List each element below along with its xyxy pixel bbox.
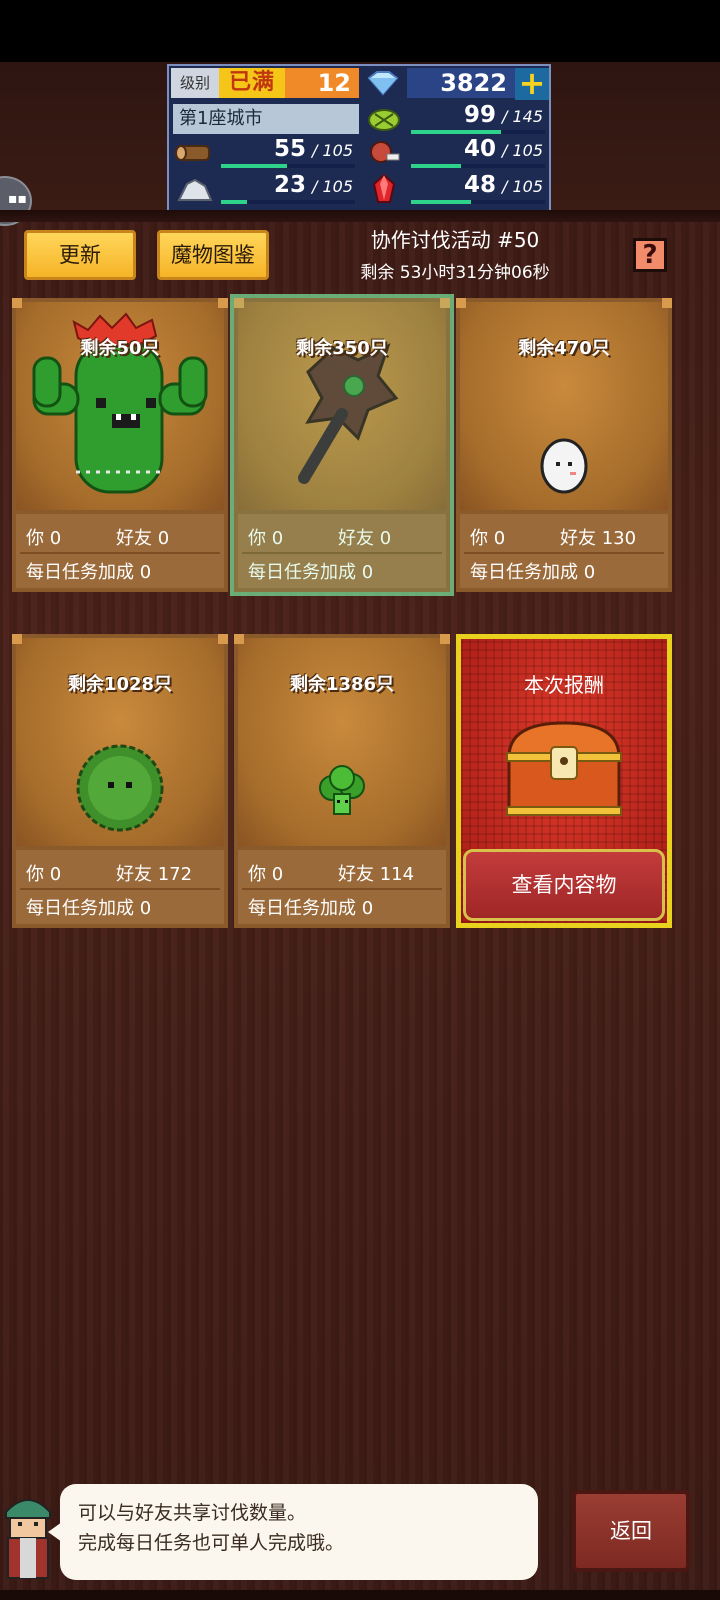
contribution-panel: 你 0 好友 130 每日任务加成 0 — [456, 514, 672, 592]
stone-icon — [173, 172, 215, 206]
you-count: 0 — [271, 528, 284, 549]
help-button[interactable]: ? — [633, 238, 667, 272]
monster-card-moss-ball[interactable]: 剩余1028只 你 0 好友 172 每日任务加成 0 — [12, 634, 228, 928]
daily-bonus-label: 每日任务加成 — [248, 898, 356, 919]
meat-icon — [363, 136, 405, 170]
reward-title: 本次报酬 — [524, 673, 604, 697]
hint-line-1: 可以与好友共享讨伐数量。 — [78, 1502, 307, 1524]
bestiary-button[interactable]: 魔物图鉴 — [157, 230, 269, 280]
daily-bonus-count: 0 — [139, 898, 152, 919]
level-value: 12 — [285, 68, 359, 98]
ruby-icon — [363, 172, 405, 206]
food-value: 99/ 145 — [407, 102, 549, 136]
city-status-panel: 级别 已满 12 3822 + 第1座城市 55/ 105 23/ 105 99… — [167, 64, 551, 212]
hint-line-2: 完成每日任务也可单人完成哦。 — [78, 1532, 345, 1554]
you-count: 0 — [49, 528, 62, 549]
divider — [20, 552, 220, 554]
view-contents-button[interactable]: 查看内容物 — [463, 849, 665, 921]
back-button[interactable]: 返回 — [572, 1490, 690, 1572]
daily-bonus-count: 0 — [583, 562, 596, 583]
stone-value: 23/ 105 — [217, 172, 359, 206]
remaining-count: 剩余1028只 — [67, 674, 173, 695]
you-count: 0 — [493, 528, 506, 549]
friend-label: 好友 — [560, 528, 596, 549]
monster-art — [12, 634, 228, 850]
daily-bonus-label: 每日任务加成 — [248, 562, 356, 583]
daily-bonus-count: 0 — [139, 562, 152, 583]
friend-label: 好友 — [116, 528, 152, 549]
shelf-divider — [0, 210, 720, 222]
friend-count: 0 — [157, 528, 170, 549]
daily-bonus-label: 每日任务加成 — [26, 898, 134, 919]
contribution-panel: 你 0 好友 172 每日任务加成 0 — [12, 850, 228, 928]
monster-card-cactus[interactable]: 剩余50只 你 0 好友 0 每日任务加成 0 — [12, 298, 228, 592]
divider — [242, 552, 442, 554]
monster-card-egg[interactable]: 剩余470只 你 0 好友 130 每日任务加成 0 — [456, 298, 672, 592]
daily-bonus-label: 每日任务加成 — [26, 562, 134, 583]
city-name: 第1座城市 — [173, 104, 359, 134]
you-label: 你 — [26, 528, 44, 549]
you-label: 你 — [248, 528, 266, 549]
level-max-badge: 已满 — [219, 68, 285, 98]
remaining-count: 剩余50只 — [80, 338, 160, 359]
ruby-value: 48/ 105 — [407, 172, 549, 206]
food-icon — [363, 102, 405, 136]
level-label: 级别 — [171, 68, 219, 98]
friend-count: 172 — [157, 864, 193, 885]
you-count: 0 — [271, 864, 284, 885]
gem-count: 3822 — [407, 68, 517, 98]
you-label: 你 — [248, 864, 266, 885]
daily-bonus-label: 每日任务加成 — [470, 562, 578, 583]
remaining-count: 剩余1386只 — [289, 674, 395, 695]
friend-label: 好友 — [338, 528, 374, 549]
daily-bonus-count: 0 — [361, 898, 374, 919]
hint-bubble: 可以与好友共享讨伐数量。 完成每日任务也可单人完成哦。 — [48, 1484, 538, 1580]
you-count: 0 — [49, 864, 62, 885]
monster-art — [12, 298, 228, 514]
treasure-chest-icon — [506, 721, 622, 816]
you-label: 你 — [470, 528, 488, 549]
wood-value: 55/ 105 — [217, 136, 359, 170]
contribution-panel: 你 0 好友 0 每日任务加成 0 — [234, 514, 450, 592]
remaining-count: 剩余470只 — [518, 338, 610, 359]
remaining-count: 剩余350只 — [296, 338, 388, 359]
friend-label: 好友 — [338, 864, 374, 885]
friend-count: 130 — [601, 528, 637, 549]
status-bar-area — [0, 0, 720, 62]
event-timer: 剩余 53小时31分钟06秒 — [360, 263, 550, 283]
divider — [464, 552, 664, 554]
reward-card: 本次报酬 查看内容物 — [456, 634, 672, 928]
chat-icon: ▪▪ — [8, 191, 27, 207]
contribution-panel: 你 0 好友 0 每日任务加成 0 — [12, 514, 228, 592]
add-gems-button[interactable]: + — [515, 67, 549, 100]
wood-icon — [173, 136, 215, 170]
divider — [242, 888, 442, 890]
friend-label: 好友 — [116, 864, 152, 885]
you-label: 你 — [26, 864, 44, 885]
friend-count: 114 — [379, 864, 415, 885]
diamond-icon — [361, 68, 405, 98]
divider — [20, 888, 220, 890]
contribution-panel: 你 0 好友 114 每日任务加成 0 — [234, 850, 450, 928]
floor-strip — [0, 1590, 720, 1600]
refresh-button[interactable]: 更新 — [24, 230, 136, 280]
daily-bonus-count: 0 — [361, 562, 374, 583]
monster-art — [456, 298, 672, 514]
monster-art — [234, 634, 450, 850]
event-title: 协作讨伐活动 #50 — [370, 228, 540, 252]
meat-value: 40/ 105 — [407, 136, 549, 170]
monster-card-broccoli[interactable]: 剩余1386只 你 0 好友 114 每日任务加成 0 — [234, 634, 450, 928]
monster-card-thorn-staff[interactable]: 剩余350只 你 0 好友 0 每日任务加成 0 — [230, 294, 454, 596]
friend-count: 0 — [379, 528, 392, 549]
monster-art — [234, 298, 450, 514]
